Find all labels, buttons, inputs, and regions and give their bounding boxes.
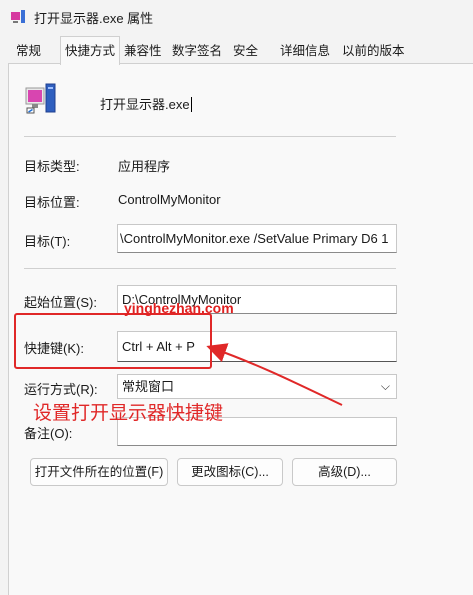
annotation-text: 设置打开显示器快捷键 [33,403,224,424]
tab-shortcut[interactable]: 快捷方式 [60,36,121,65]
annotation-arrow-icon [206,343,343,406]
